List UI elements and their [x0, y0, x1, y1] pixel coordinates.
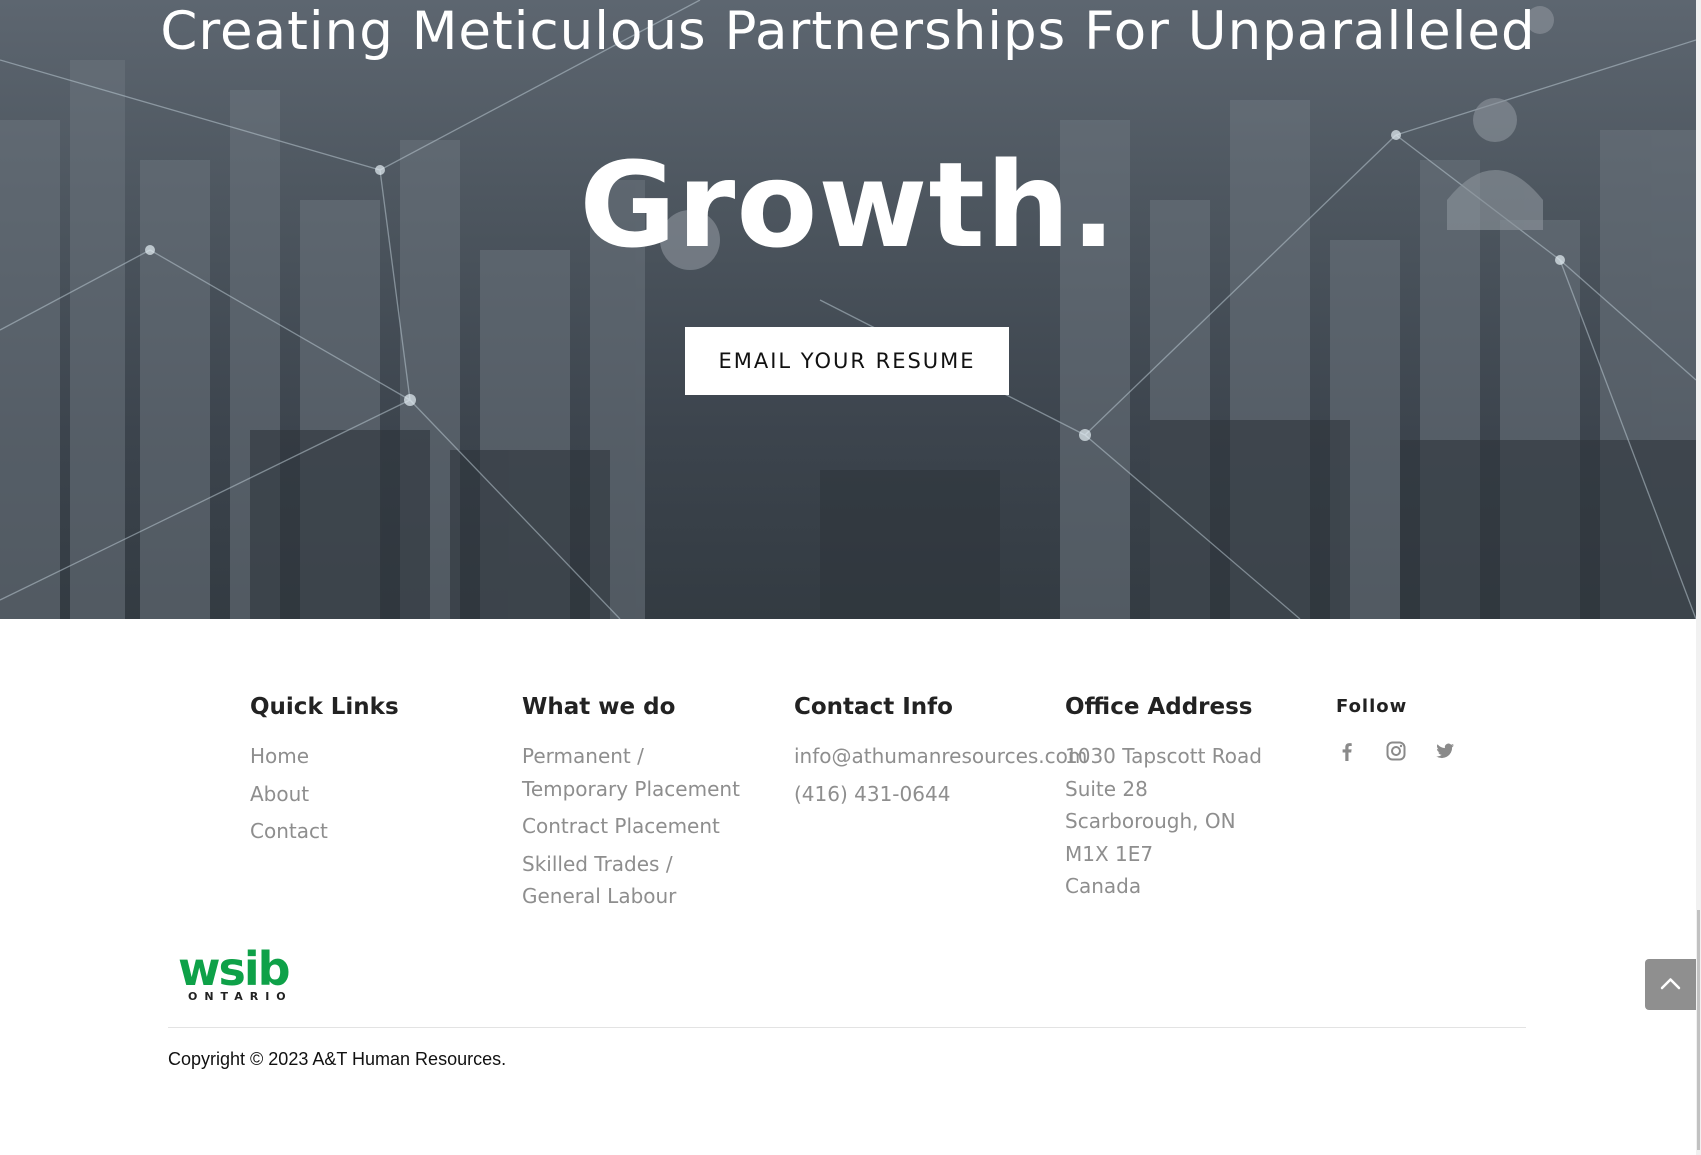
email-resume-button[interactable]: EMAIL YOUR RESUME: [685, 327, 1009, 395]
wsib-logo-text: wsib: [178, 942, 291, 996]
contact-phone-link[interactable]: (416) 431-0644: [794, 778, 1094, 811]
what-we-do-title: What we do: [522, 694, 676, 720]
social-links: [1336, 740, 1536, 762]
address-city: Scarborough, ON: [1065, 809, 1236, 833]
footer-link-home[interactable]: Home: [250, 740, 500, 773]
copyright-text: Copyright © 2023 A&T Human Resources.: [168, 1049, 507, 1069]
contact-info-column: Contact Info info@athumanresources.com (…: [794, 691, 1094, 815]
address-suite: Suite 28: [1065, 776, 1148, 801]
quick-links-column: Quick Links Home About Contact: [250, 691, 500, 853]
twitter-icon[interactable]: [1434, 740, 1456, 762]
chevron-up-icon: [1660, 978, 1681, 990]
quick-links-title: Quick Links: [250, 694, 399, 720]
facebook-icon[interactable]: [1336, 740, 1358, 762]
office-address-title: Office Address: [1065, 694, 1253, 720]
wsib-ontario-logo: wsib ONTARIO: [178, 946, 298, 1006]
address-country: Canada: [1065, 874, 1142, 898]
office-address-column: Office Address 1030 Tapscott Road Suite …: [1065, 691, 1325, 903]
hero-headline: Creating Meticulous Partnerships For Unp…: [160, 1, 1536, 62]
address-street: 1030 Tapscott Road: [1065, 744, 1262, 768]
contact-email-link[interactable]: info@athumanresources.com: [794, 740, 1094, 773]
instagram-icon[interactable]: [1385, 740, 1407, 762]
footer-link-contact[interactable]: Contact: [250, 815, 500, 848]
wsib-logo-region: ONTARIO: [188, 990, 293, 1003]
city-network-background: [0, 0, 1696, 619]
footer-divider: [168, 1027, 1526, 1028]
hero-banner: Creating Meticulous Partnerships For Unp…: [0, 0, 1696, 619]
follow-title: Follow: [1336, 696, 1408, 717]
footer-link-about[interactable]: About: [250, 778, 500, 811]
page-scrollbar-thumb[interactable]: [1697, 910, 1700, 1150]
contact-info-title: Contact Info: [794, 694, 953, 720]
service-link-permanent-temporary[interactable]: Permanent / Temporary Placement: [522, 740, 772, 805]
hero-emphasis: Growth.: [579, 136, 1117, 274]
address-postal: M1X 1E7: [1065, 841, 1154, 866]
back-to-top-button[interactable]: [1645, 959, 1696, 1010]
service-link-contract[interactable]: Contract Placement: [522, 810, 772, 843]
follow-column: Follow: [1336, 691, 1536, 762]
service-link-skilled-trades[interactable]: Skilled Trades / General Labour: [522, 848, 772, 913]
what-we-do-column: What we do Permanent / Temporary Placeme…: [522, 691, 772, 918]
